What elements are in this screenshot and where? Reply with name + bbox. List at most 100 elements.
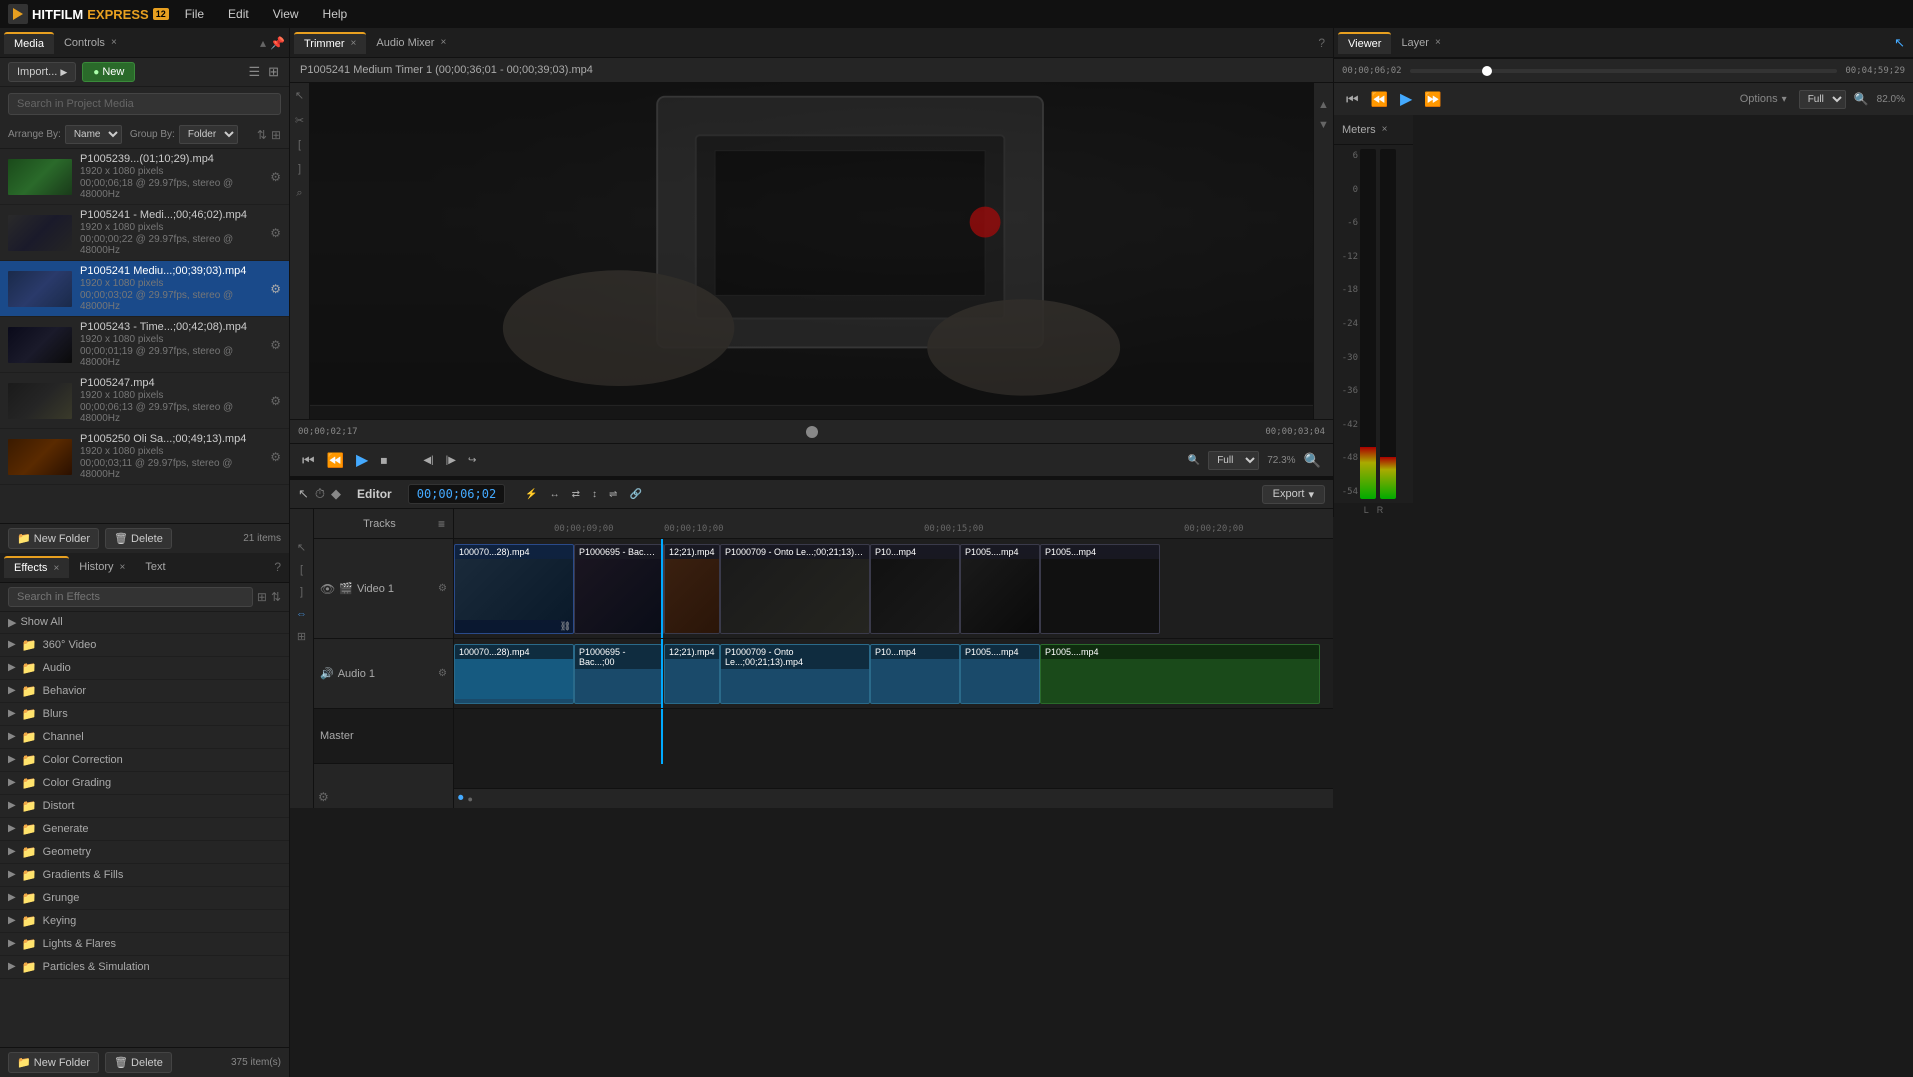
tab-history-close[interactable]: × xyxy=(120,562,126,573)
trimmer-in-btn[interactable]: ◀| xyxy=(419,453,437,468)
effects-delete-button[interactable]: 🗑 Delete xyxy=(105,1052,172,1073)
audio-clip-1[interactable]: 100070...28).mp4 xyxy=(454,644,574,704)
effects-new-folder-button[interactable]: 📁 New Folder xyxy=(8,1052,99,1073)
editor-link-btn[interactable]: 🔗 xyxy=(625,487,645,502)
editor-slide-btn[interactable]: ⇌ xyxy=(605,487,621,502)
video-clip-2[interactable]: P1000695 - Bac...;00 xyxy=(574,544,662,634)
tracks-menu-icon[interactable]: ≡ xyxy=(438,517,445,531)
track-eye-audio1[interactable]: 🔊 xyxy=(320,667,334,680)
trimmer-play-btn[interactable]: ▶ xyxy=(352,448,372,472)
media-item-4[interactable]: P1005243 - Time...;00;42;08).mp4 1920 x … xyxy=(0,317,289,373)
media-gear-6[interactable]: ⚙ xyxy=(270,450,281,464)
trimmer-zoom-icon[interactable]: ⌕ xyxy=(294,185,304,202)
category-gradients[interactable]: ▶ 📁 Gradients & Fills xyxy=(0,864,289,887)
media-gear-4[interactable]: ⚙ xyxy=(270,338,281,352)
trimmer-help-icon[interactable]: ? xyxy=(1318,36,1325,50)
viewer-play-btn[interactable]: ▶ xyxy=(1396,87,1416,111)
arrange-select[interactable]: Name xyxy=(65,125,122,144)
media-gear-3[interactable]: ⚙ xyxy=(270,282,281,296)
audio-clip-2[interactable]: P1000695 - Bac...;00 xyxy=(574,644,662,704)
category-360video[interactable]: ▶ 📁 360° Video xyxy=(0,634,289,657)
viewer-zoom-icon[interactable]: 🔍 xyxy=(1854,92,1869,106)
tab-trimmer[interactable]: Trimmer × xyxy=(294,32,366,54)
viewer-zoom-select[interactable]: Full xyxy=(1799,90,1846,109)
tab-trimmer-close[interactable]: × xyxy=(351,38,357,49)
track-gear-video1[interactable]: ⚙ xyxy=(438,583,447,594)
grid-view-icon[interactable]: ⊞ xyxy=(266,62,281,82)
effects-search-input[interactable] xyxy=(8,587,253,607)
viewer-step-back-btn[interactable]: ⏪ xyxy=(1367,89,1392,110)
editor-roll-btn[interactable]: ⇄ xyxy=(568,487,584,502)
effects-sort-icon[interactable]: ⇅ xyxy=(271,590,281,604)
tab-effects-close[interactable]: × xyxy=(53,563,59,574)
media-item-5[interactable]: P1005247.mp4 1920 x 1080 pixels 00;00;06… xyxy=(0,373,289,429)
ed-snap-icon[interactable]: ⊞ xyxy=(295,628,308,645)
panel-collapse-icon[interactable]: ▴ xyxy=(260,36,266,50)
category-geometry[interactable]: ▶ 📁 Geometry xyxy=(0,841,289,864)
menu-edit[interactable]: Edit xyxy=(224,5,253,23)
trimmer-blade-icon[interactable]: ✂ xyxy=(293,112,306,129)
trimmer-cursor-icon[interactable]: ↖ xyxy=(293,87,306,104)
trimmer-send-btn[interactable]: ↪ xyxy=(464,453,480,468)
category-blurs[interactable]: ▶ 📁 Blurs xyxy=(0,703,289,726)
import-button[interactable]: Import... ▶ xyxy=(8,62,76,82)
media-item-1[interactable]: P1005239...(01;10;29).mp4 1920 x 1080 pi… xyxy=(0,149,289,205)
category-keying[interactable]: ▶ 📁 Keying xyxy=(0,910,289,933)
tab-audio-mixer-close[interactable]: × xyxy=(440,37,446,48)
trimmer-in-icon[interactable]: [ xyxy=(296,137,303,153)
viewer-jump-start-btn[interactable]: ⏮ xyxy=(1342,89,1363,110)
effects-help-icon[interactable]: ? xyxy=(274,560,281,574)
editor-ripple-btn[interactable]: ↔ xyxy=(546,487,564,502)
audio-clip-6[interactable]: P1005....mp4 xyxy=(960,644,1040,704)
trimmer-zoom-out-btn[interactable]: 🔍 xyxy=(1300,450,1325,471)
menu-view[interactable]: View xyxy=(269,5,303,23)
trimmer-right-scroll-icon[interactable]: ▲ xyxy=(1316,97,1331,113)
video-clip-5[interactable]: P10...mp4 xyxy=(870,544,960,634)
editor-cursor-icon[interactable]: ↖ xyxy=(298,486,309,502)
category-audio[interactable]: ▶ 📁 Audio xyxy=(0,657,289,680)
new-button[interactable]: ● New xyxy=(82,62,135,82)
trimmer-out-btn[interactable]: |▶ xyxy=(442,453,460,468)
audio-clip-4[interactable]: P1000709 - Onto Le...;00;21;13).mp4 xyxy=(720,644,870,704)
ed-out-icon[interactable]: ] xyxy=(298,584,305,600)
ed-cursor-icon[interactable]: ↖ xyxy=(295,539,308,556)
media-gear-1[interactable]: ⚙ xyxy=(270,170,281,184)
category-behavior[interactable]: ▶ 📁 Behavior xyxy=(0,680,289,703)
viewer-cursor-icon[interactable]: ↖ xyxy=(1894,35,1905,51)
panel-pin-icon[interactable]: 📌 xyxy=(270,36,285,50)
track-eye-video1[interactable]: 👁 xyxy=(320,582,335,596)
trimmer-stop-btn[interactable]: ⏹ xyxy=(376,450,391,471)
track-settings-icon[interactable]: ⚙ xyxy=(318,790,329,804)
category-channel[interactable]: ▶ 📁 Channel xyxy=(0,726,289,749)
editor-marker-icon[interactable]: ◆ xyxy=(331,486,341,502)
category-grunge[interactable]: ▶ 📁 Grunge xyxy=(0,887,289,910)
show-all-button[interactable]: Show All xyxy=(20,616,62,628)
ed-link-icon[interactable]: ⇔ xyxy=(294,606,309,622)
timeline-sync-icon[interactable]: ⏺ xyxy=(458,792,464,805)
menu-help[interactable]: Help xyxy=(319,5,352,23)
video-clip-4[interactable]: P1000709 - Onto Le...;00;21;13).mp4 xyxy=(720,544,870,634)
editor-slip-btn[interactable]: ↕ xyxy=(588,487,601,502)
media-item-2[interactable]: P1005241 - Medi...;00;46;02).mp4 1920 x … xyxy=(0,205,289,261)
list-view-icon[interactable]: ☰ xyxy=(246,62,262,82)
category-generate[interactable]: ▶ 📁 Generate xyxy=(0,818,289,841)
editor-clock-icon[interactable]: ⏱ xyxy=(315,486,325,502)
trimmer-out-icon[interactable]: ] xyxy=(296,161,303,177)
tab-effects[interactable]: Effects × xyxy=(4,556,69,578)
media-gear-2[interactable]: ⚙ xyxy=(270,226,281,240)
trimmer-jump-start-btn[interactable]: ⏮ xyxy=(298,450,319,471)
trimmer-zoom-select[interactable]: Full 50% 25% xyxy=(1208,451,1259,470)
editor-snap-btn[interactable]: ⚡ xyxy=(521,487,541,502)
audio-clip-5[interactable]: P10...mp4 xyxy=(870,644,960,704)
viewer-playhead-dot[interactable] xyxy=(1482,66,1492,76)
meters-close[interactable]: × xyxy=(1382,124,1388,135)
category-color-grading[interactable]: ▶ 📁 Color Grading xyxy=(0,772,289,795)
tab-layer-close[interactable]: × xyxy=(1435,37,1441,48)
video-clip-1[interactable]: 100070...28).mp4 ⛓ xyxy=(454,544,574,634)
viewer-step-fwd-btn[interactable]: ⏩ xyxy=(1420,89,1445,110)
effects-grid-icon[interactable]: ⊞ xyxy=(257,590,267,604)
audio-clip-3[interactable]: 12;21).mp4 xyxy=(664,644,720,704)
ed-in-icon[interactable]: [ xyxy=(298,562,305,578)
video-clip-6[interactable]: P1005....mp4 xyxy=(960,544,1040,634)
tab-media[interactable]: Media xyxy=(4,32,54,54)
